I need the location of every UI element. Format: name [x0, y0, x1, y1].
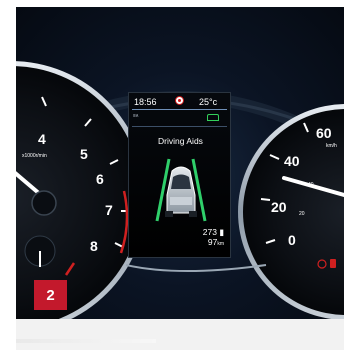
tach-hub — [31, 190, 57, 216]
screen-title: Driving Aids — [158, 136, 203, 146]
step-number-badge: 2 — [34, 280, 67, 310]
outside-temperature: 25°c — [199, 97, 218, 107]
tach-tick-label: 6 — [96, 171, 104, 187]
vehicle-status-icon — [207, 114, 219, 121]
tach-tick-label: 7 — [105, 202, 113, 218]
driving-aids-car-icon — [155, 158, 207, 222]
speed-tick-label: 0 — [288, 232, 296, 248]
speed-tick-label: 40 — [284, 153, 300, 169]
divider — [132, 109, 227, 110]
speed-tick-label: 20 — [271, 199, 287, 215]
divider — [132, 126, 227, 127]
warning-icon — [175, 96, 184, 105]
range-value: 97km — [207, 237, 224, 247]
tach-tick-label: 8 — [90, 238, 98, 254]
status-indicator-icon: ≡ᴀ — [133, 113, 139, 119]
center-info-display: 18:56 25°c ≡ᴀ Driving Aids 273 ▮ 97km — [128, 92, 231, 258]
clock: 18:56 — [134, 97, 157, 107]
caption-strip — [16, 319, 344, 350]
tach-tick-label: 5 — [80, 146, 88, 162]
tach-tick-label: 4 — [38, 131, 46, 147]
warning-lamp-icon — [330, 259, 336, 268]
speed-inner-tick-label: 20 — [299, 211, 305, 217]
speed-tick-label: 60 — [316, 125, 332, 141]
speedometer: 60 40 20 0 40 20 km/h — [238, 104, 344, 319]
tach-unit-label: x1000r/min — [22, 153, 47, 159]
speed-unit-label: km/h — [326, 143, 337, 149]
